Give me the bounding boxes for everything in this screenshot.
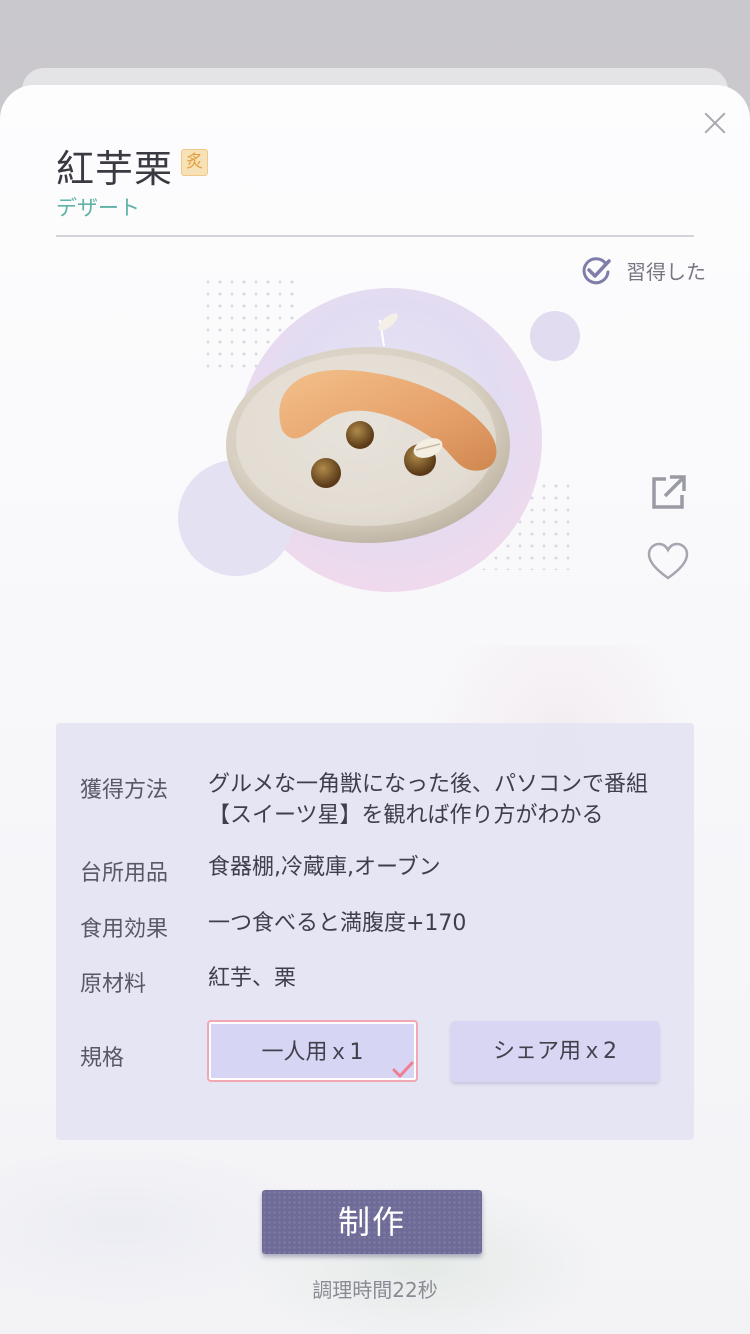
make-button[interactable]: 制作 bbox=[262, 1190, 482, 1254]
size-option-share[interactable]: シェア用ｘ2 bbox=[451, 1021, 659, 1082]
share-icon[interactable] bbox=[648, 473, 688, 513]
learned-status: 習得した bbox=[580, 254, 706, 286]
recipe-title: 紅芋栗 bbox=[56, 147, 174, 191]
learned-label: 習得した bbox=[626, 259, 706, 284]
ingredients-value: 紅芋、栗 bbox=[208, 966, 297, 991]
close-icon[interactable] bbox=[700, 108, 730, 138]
acquire-value: グルメな一角獣になった後、パソコンで番組【スイーツ星】を観れば作り方がわかる bbox=[208, 772, 649, 828]
kitchen-label: 台所用品 bbox=[80, 861, 169, 886]
kitchen-value: 食器棚,冷蔵庫,オーブン bbox=[208, 855, 441, 880]
size-label: 規格 bbox=[80, 1046, 125, 1071]
ingredients-label: 原材料 bbox=[80, 972, 147, 997]
heart-icon[interactable] bbox=[646, 542, 690, 582]
tool-badge: 炙 bbox=[181, 149, 208, 176]
effect-label: 食用効果 bbox=[80, 917, 169, 942]
checkmark-icon bbox=[392, 1061, 414, 1078]
recipe-category: デザート bbox=[56, 196, 140, 220]
dish-illustration bbox=[178, 280, 580, 592]
size-option-single[interactable]: 一人用ｘ1 bbox=[207, 1020, 418, 1082]
effect-value: 一つ食べると満腹度+170 bbox=[208, 911, 467, 936]
cook-time: 調理時間22秒 bbox=[312, 1278, 438, 1302]
acquire-label: 獲得方法 bbox=[80, 778, 169, 803]
divider bbox=[56, 235, 694, 237]
